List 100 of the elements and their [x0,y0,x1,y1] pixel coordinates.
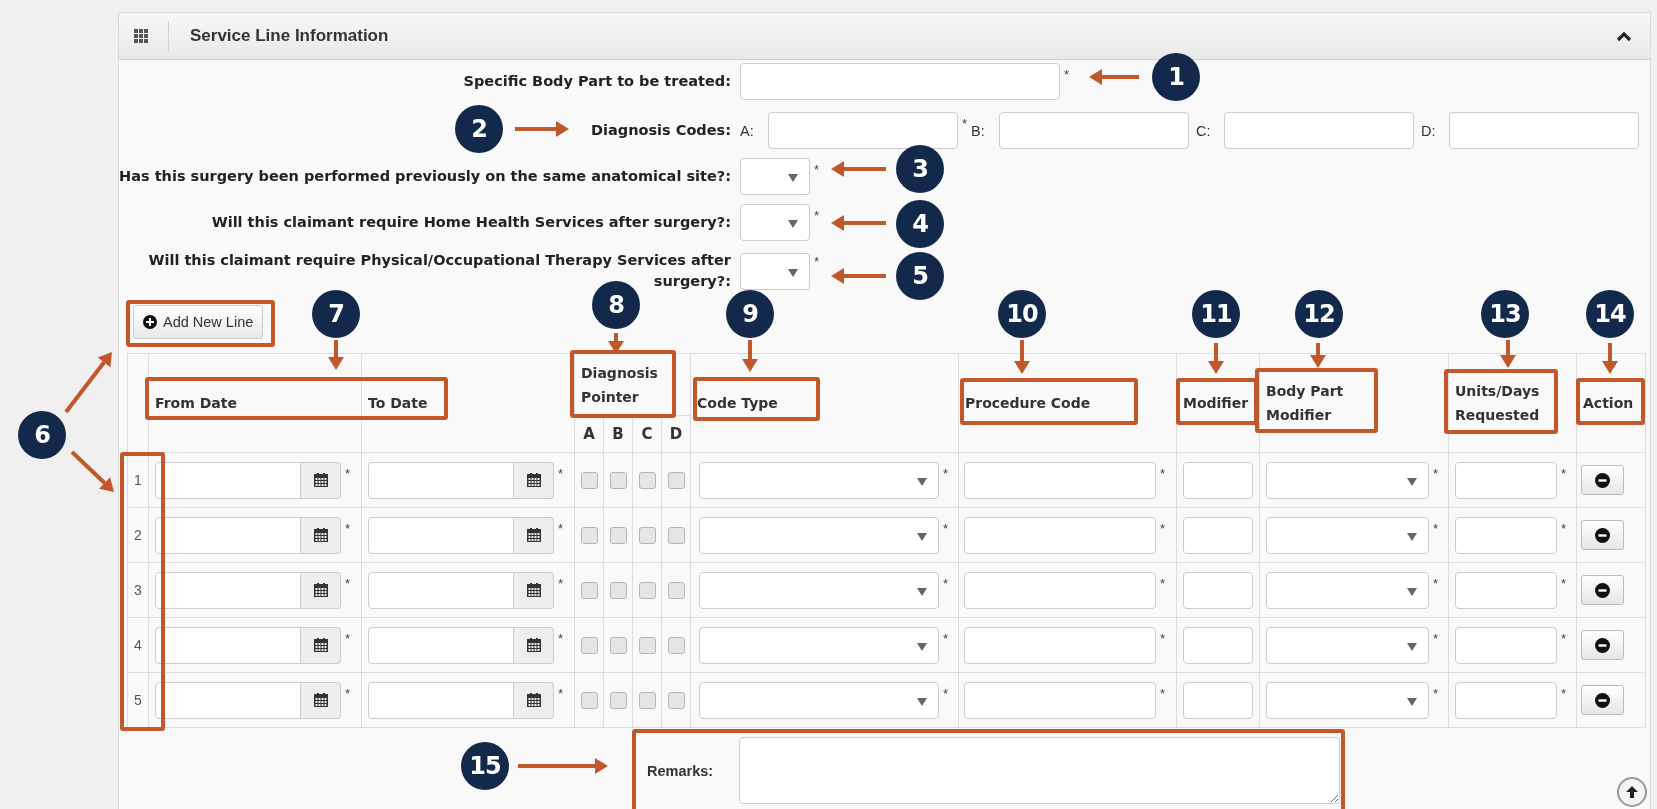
checkbox[interactable] [638,692,656,710]
checkbox[interactable] [638,472,656,490]
required-mark: * [813,254,821,269]
calendar-button[interactable] [514,516,554,554]
remove-button[interactable] [1581,465,1624,495]
caret-icon [1407,697,1417,706]
date-field[interactable] [368,516,514,554]
text-field[interactable] [1455,571,1557,609]
calendar-button[interactable] [301,571,341,609]
text-field[interactable] [964,571,1156,609]
date-field[interactable] [368,461,514,499]
column-header: Procedure Code [965,395,1091,411]
column-header: Diagnosis Pointer [581,364,658,405]
text-field[interactable] [1224,112,1415,149]
text-field[interactable] [1183,571,1253,609]
text-field[interactable] [1455,516,1557,554]
required-mark: * [1159,520,1167,536]
text-field[interactable] [740,63,1060,100]
column-header: Action [1583,395,1634,411]
date-field[interactable] [155,571,301,609]
calendar-button[interactable] [301,461,341,499]
checkbox[interactable] [609,582,627,600]
date-field[interactable] [155,626,301,664]
dropdown[interactable] [740,204,810,241]
checkbox[interactable] [667,637,685,655]
checkbox[interactable] [667,582,685,600]
text-field[interactable] [1455,461,1557,499]
checkbox[interactable] [609,472,627,490]
dropdown[interactable] [1266,571,1429,609]
text-field[interactable] [964,681,1156,719]
checkbox[interactable] [638,582,656,600]
calendar-button[interactable] [301,681,341,719]
arrow [1602,343,1618,374]
checkbox[interactable] [609,527,627,545]
dropdown[interactable] [1266,626,1429,664]
collapse-icon[interactable] [1616,30,1632,42]
date-field[interactable] [368,626,514,664]
minus-circle-icon [1595,472,1610,488]
calendar-button[interactable] [514,626,554,664]
remove-button[interactable] [1581,575,1624,605]
checkbox[interactable] [580,692,598,710]
checkbox[interactable] [638,637,656,655]
remove-button[interactable] [1581,685,1624,715]
text-field[interactable] [964,461,1156,499]
checkbox[interactable] [667,692,685,710]
text-field[interactable] [1183,626,1253,664]
dropdown[interactable] [699,571,939,609]
text-field[interactable] [1183,461,1253,499]
dropdown[interactable] [740,158,810,195]
code-letter: C: [1196,122,1212,139]
caret-icon [917,587,927,596]
add-new-line-button[interactable]: Add New Line [133,305,264,339]
checkbox[interactable] [580,582,598,600]
callout-number: 6 [18,411,66,459]
checkbox[interactable] [609,637,627,655]
dropdown[interactable] [1266,681,1429,719]
checkbox[interactable] [580,527,598,545]
checkbox[interactable] [667,527,685,545]
text-field[interactable] [1455,626,1557,664]
calendar-icon [313,528,328,542]
text-field[interactable] [768,112,958,149]
remarks-field[interactable] [739,737,1340,804]
checkbox[interactable] [609,692,627,710]
calendar-button[interactable] [514,571,554,609]
checkbox[interactable] [638,527,656,545]
checkbox[interactable] [580,637,598,655]
date-field[interactable] [155,681,301,719]
required-mark: * [1560,575,1568,591]
text-field[interactable] [999,112,1190,149]
dropdown[interactable] [1266,516,1429,554]
text-field[interactable] [964,626,1156,664]
calendar-button[interactable] [301,516,341,554]
date-field[interactable] [155,461,301,499]
remove-button[interactable] [1581,630,1624,660]
date-field[interactable] [155,516,301,554]
calendar-button[interactable] [301,626,341,664]
text-field[interactable] [1183,681,1253,719]
dropdown[interactable] [740,252,810,290]
calendar-button[interactable] [514,461,554,499]
required-mark: * [813,208,821,223]
dropdown[interactable] [699,681,939,719]
text-field[interactable] [1183,516,1253,554]
text-field[interactable] [1455,681,1557,719]
column-header: Body Part Modifier [1266,383,1344,423]
highlight-box [1576,378,1645,425]
required-mark: * [557,685,565,701]
text-field[interactable] [964,516,1156,554]
calendar-icon [313,693,328,707]
checkbox[interactable] [580,472,598,490]
dropdown[interactable] [699,461,939,499]
calendar-button[interactable] [514,681,554,719]
text-field[interactable] [1449,112,1640,149]
dropdown[interactable] [1266,461,1429,499]
column-header: C [641,425,653,443]
date-field[interactable] [368,571,514,609]
checkbox[interactable] [667,472,685,490]
date-field[interactable] [368,681,514,719]
dropdown[interactable] [699,626,939,664]
remove-button[interactable] [1581,520,1624,550]
dropdown[interactable] [699,516,939,554]
